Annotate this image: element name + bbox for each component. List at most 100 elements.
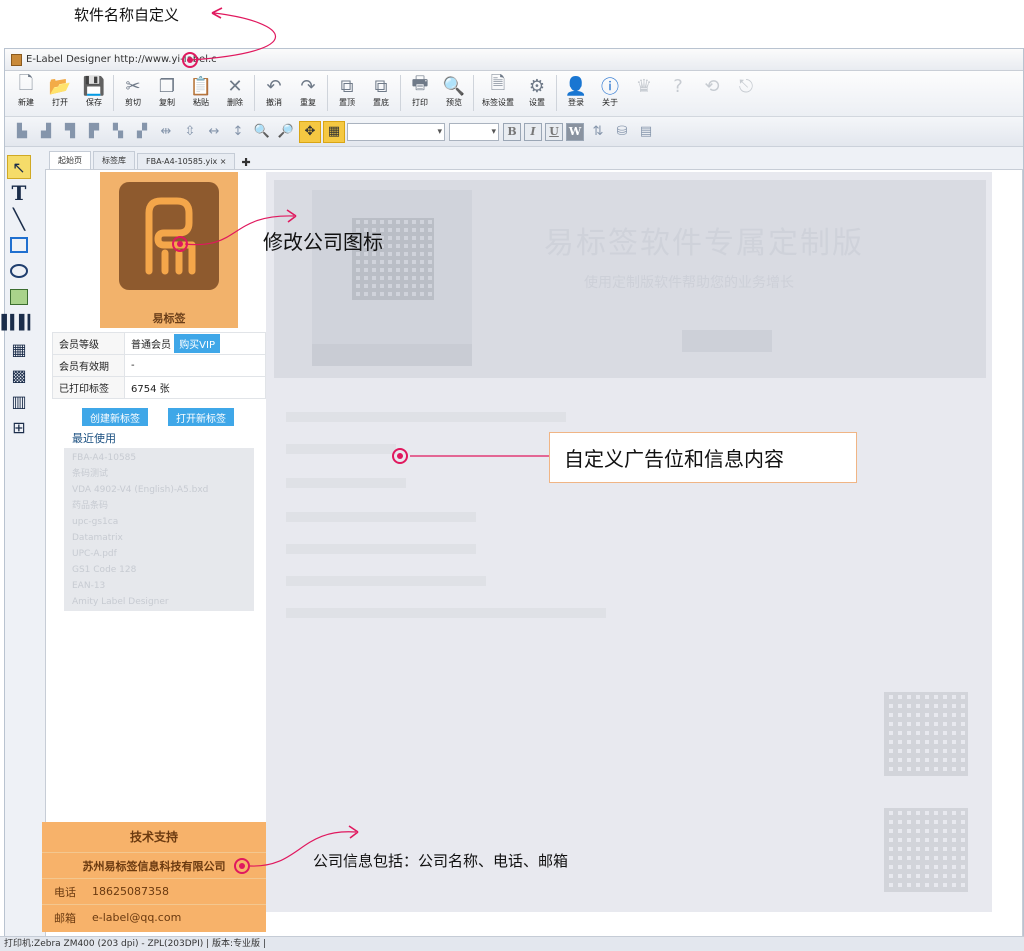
share-button-disabled: ⟲: [695, 75, 729, 115]
open-label-button[interactable]: 打开新标签: [168, 408, 234, 426]
phone-value: 18625087358: [92, 885, 169, 898]
news-line[interactable]: [286, 576, 486, 586]
delete-icon: ✕: [227, 75, 243, 97]
same-height-icon[interactable]: ↕: [227, 121, 249, 143]
wrap-icon[interactable]: W: [566, 122, 584, 141]
redo-icon: ↷: [300, 75, 316, 97]
rectangle-tool-icon[interactable]: [7, 233, 31, 257]
list-item[interactable]: 条码测试: [72, 466, 246, 482]
label-settings-button[interactable]: 🗎 标签设置: [476, 73, 520, 115]
list-item[interactable]: GS1 Code 128: [72, 562, 246, 578]
distribute-v-icon[interactable]: ⇳: [179, 121, 201, 143]
exit-icon: ⎋: [738, 75, 754, 97]
workspace: ↖ T ╲ ▌▍▌▎ ▦ ▩ ▥ ⊞ 起始页 标签库 FBA-A4-10585.…: [1, 147, 1023, 940]
news-line[interactable]: [286, 412, 566, 422]
tech-support-box: 技术支持 苏州易标签信息科技有限公司 电话 18625087358 邮箱 e-l…: [42, 822, 266, 932]
news-line[interactable]: [286, 444, 396, 454]
list-item[interactable]: FBA-A4-10585: [72, 450, 246, 466]
add-tab-icon[interactable]: ✚: [237, 156, 254, 169]
news-line[interactable]: [286, 544, 476, 554]
printed-count-value: 6754 张: [124, 376, 266, 399]
gear-icon: ⚙: [528, 75, 546, 97]
marker-dot: [172, 236, 188, 252]
list-item[interactable]: Amity Label Designer: [72, 594, 246, 610]
align-left-icon[interactable]: ▙: [11, 121, 33, 143]
text-tool-icon[interactable]: T: [7, 181, 31, 205]
exit-button-disabled: ⎋: [729, 75, 763, 115]
font-size-select[interactable]: ▾: [449, 122, 499, 141]
align-top-icon[interactable]: ▛: [83, 121, 105, 143]
database-icon[interactable]: ⛁: [611, 121, 633, 143]
distribute-h-icon[interactable]: ⇹: [155, 121, 177, 143]
font-family-select[interactable]: ▾: [347, 122, 445, 141]
send-back-button[interactable]: ⧉ 置底: [364, 75, 398, 115]
print-button[interactable]: 🖶 打印: [403, 73, 437, 115]
grid-icon[interactable]: ▦: [323, 120, 345, 143]
align-middle-icon[interactable]: ▚: [107, 121, 129, 143]
zoom-out-icon[interactable]: 🔍: [251, 121, 273, 143]
arrow-title-head: [211, 7, 223, 19]
sort-icon[interactable]: ⇅: [587, 121, 609, 143]
datamatrix-tool-icon[interactable]: ▩: [7, 363, 31, 387]
barcode-tool-icon[interactable]: ▌▍▌▎: [1, 311, 38, 335]
logo-name: 易标签: [152, 312, 186, 325]
align-center-icon[interactable]: ▟: [35, 121, 57, 143]
list-item[interactable]: EAN-13: [72, 578, 246, 594]
qrcode-tool-icon[interactable]: ▦: [7, 337, 31, 361]
undo-button[interactable]: ↶ 撤消: [257, 75, 291, 115]
align-bottom-icon[interactable]: ▞: [131, 121, 153, 143]
new-button[interactable]: 🗋 新建: [9, 73, 43, 115]
support-phone-row: 电话 18625087358: [42, 878, 266, 904]
ellipse-tool-icon[interactable]: [7, 259, 31, 283]
list-item[interactable]: VDA 4902-V4 (English)-A5.bxd: [72, 482, 246, 498]
create-label-button[interactable]: 创建新标签: [82, 408, 148, 426]
marker-dot: [392, 448, 408, 464]
table-icon[interactable]: ▤: [635, 121, 657, 143]
paste-icon: 📋: [189, 75, 213, 97]
open-button[interactable]: 📂 打开: [43, 75, 77, 115]
align-right-icon[interactable]: ▜: [59, 121, 81, 143]
list-item[interactable]: upc-gs1ca: [72, 514, 246, 530]
image-tool-icon[interactable]: [7, 285, 31, 309]
fit-page-icon[interactable]: ✥: [299, 120, 321, 143]
copy-button[interactable]: ❐ 复制: [150, 75, 184, 115]
preview-button[interactable]: 🔍 预览: [437, 75, 471, 115]
login-button[interactable]: 👤 登录: [559, 75, 593, 115]
cut-button[interactable]: ✂ 剪切: [116, 75, 150, 115]
ad-banner[interactable]: 易标签软件专属定制版 使用定制版软件帮助您的业务增长: [274, 180, 986, 378]
info-icon: ⓘ: [601, 77, 619, 98]
logo-glyph-icon: [145, 197, 196, 275]
same-width-icon[interactable]: ↔: [203, 121, 225, 143]
tab-start-page[interactable]: 起始页: [49, 151, 91, 169]
underline-icon[interactable]: U: [545, 122, 563, 141]
news-line[interactable]: [286, 608, 606, 618]
buy-vip-button[interactable]: 购买VIP: [174, 334, 221, 353]
news-line[interactable]: [286, 478, 406, 488]
zoom-in-icon[interactable]: 🔎: [275, 121, 297, 143]
table-tool-icon[interactable]: ⊞: [7, 415, 31, 439]
banner-qr-box: [312, 190, 472, 366]
settings-button[interactable]: ⚙ 设置: [520, 75, 554, 115]
undo-icon: ↶: [266, 75, 282, 97]
start-left-panel: 易标签 会员等级 普通会员 购买VIP 会员有效期 - 已打印标签 6754 张…: [42, 170, 266, 940]
line-tool-icon[interactable]: ╲: [7, 207, 31, 231]
pointer-tool-icon[interactable]: ↖: [7, 155, 31, 179]
pdf417-tool-icon[interactable]: ▥: [7, 389, 31, 413]
tab-label-library[interactable]: 标签库: [93, 151, 135, 169]
toolbar-separator: [327, 75, 328, 111]
bold-icon[interactable]: B: [503, 122, 521, 141]
email-value[interactable]: e-label@qq.com: [92, 911, 181, 924]
list-item[interactable]: UPC-A.pdf: [72, 546, 246, 562]
news-line[interactable]: [286, 512, 476, 522]
about-button[interactable]: ⓘ 关于: [593, 75, 627, 115]
paste-button[interactable]: 📋 粘贴: [184, 75, 218, 115]
save-button[interactable]: 💾 保存: [77, 75, 111, 115]
banner-button[interactable]: [682, 330, 772, 352]
list-item[interactable]: 药品条码: [72, 498, 246, 514]
redo-button[interactable]: ↷ 重复: [291, 75, 325, 115]
tab-document[interactable]: FBA-A4-10585.yix ×: [137, 153, 236, 169]
italic-icon[interactable]: I: [524, 122, 542, 141]
delete-button[interactable]: ✕ 删除: [218, 75, 252, 115]
bring-front-button[interactable]: ⧉ 置顶: [330, 75, 364, 115]
list-item[interactable]: Datamatrix: [72, 530, 246, 546]
